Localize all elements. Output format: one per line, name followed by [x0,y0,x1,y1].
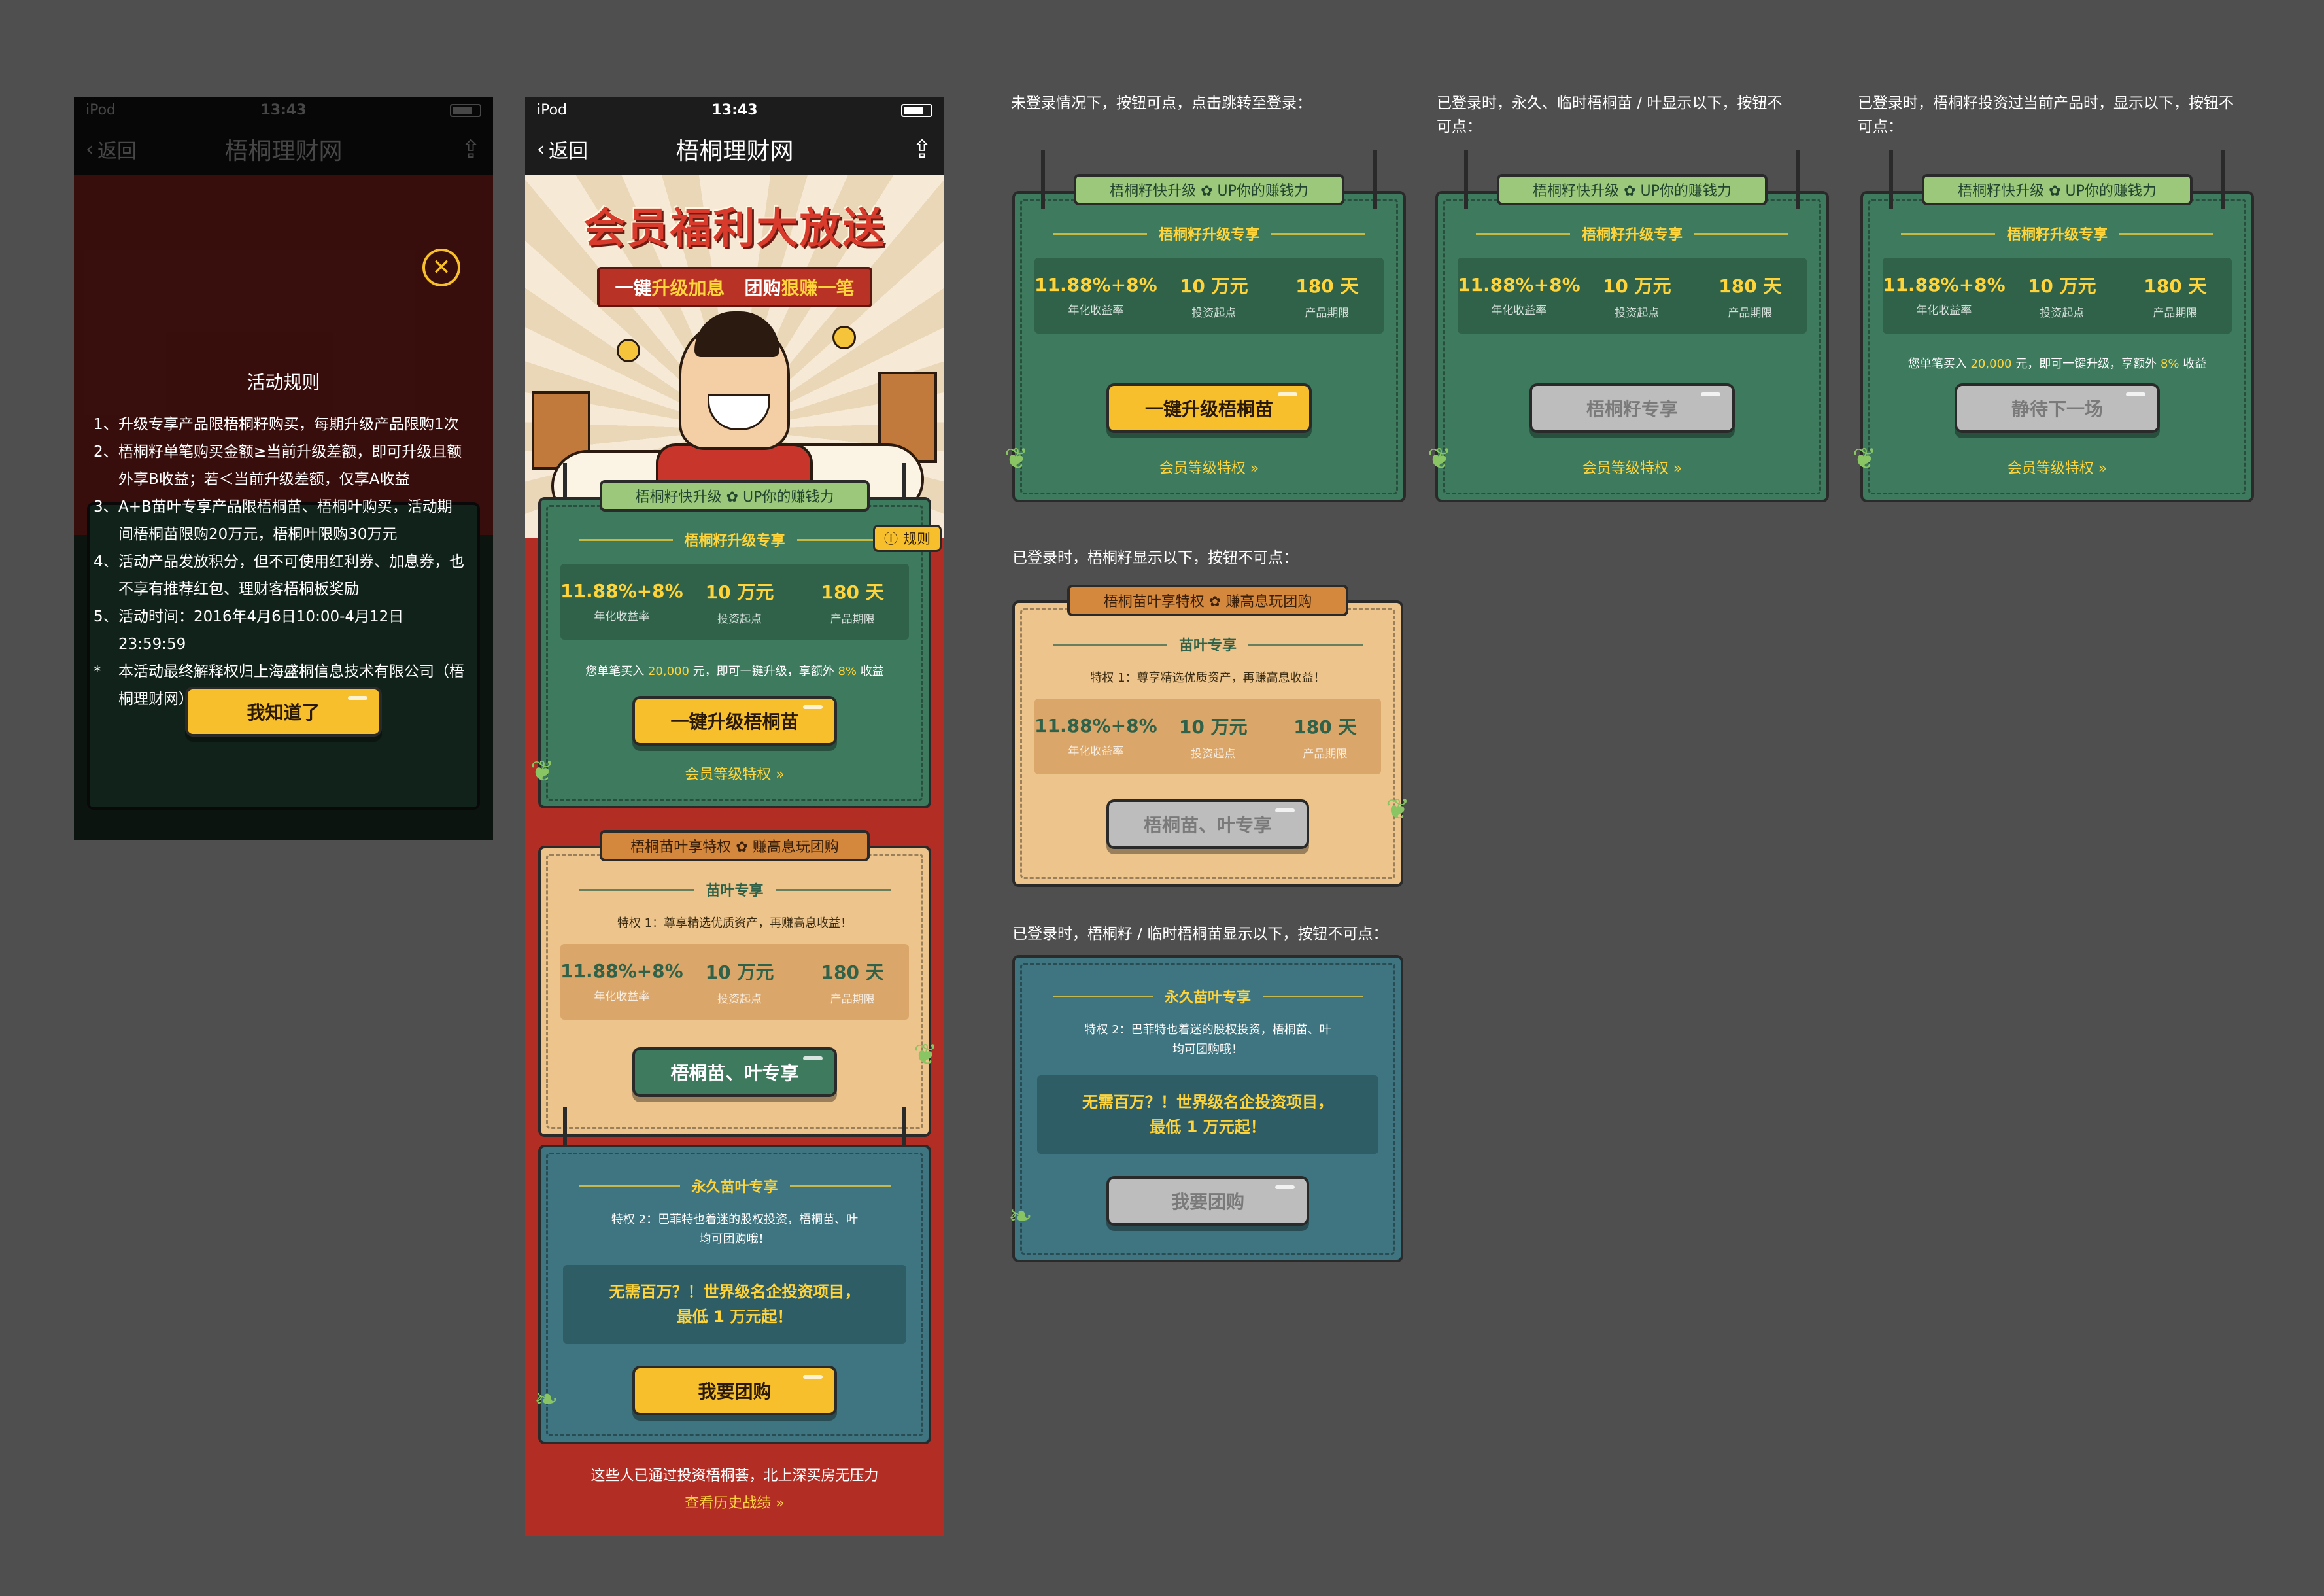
close-icon[interactable]: ✕ [422,249,460,286]
phone-main-page: iPod 13:43 ‹ 返回 梧桐理财网 ⇪ 会员福利大放送 一键升级加息 团… [525,97,944,1536]
got-it-button[interactable]: 我知道了 [185,687,382,737]
variant-privileges-link[interactable]: 会员等级特权 » [1015,457,1403,477]
carrier-label: iPod [537,101,568,118]
share-icon[interactable]: ⇪ [841,135,932,164]
variant-upgrade-card-disabled: 梧桐籽快升级 ✿ UP你的赚钱力 梧桐籽升级专享 11.88%+8% 年化收益率 … [1427,150,1829,502]
stat-term: 180 天产品期限 [821,581,884,626]
rules-list: 1、 升级专享产品限梧桐籽购买，每期升级产品限购1次 2、 梧桐籽单笔购买金额≥当前… [94,411,467,713]
sprout-icon: ❦ [1004,442,1029,476]
caption-seed-temp-miao: 已登录时，梧桐籽 / 临时梧桐苗显示以下，按钮不可点： [1012,926,1388,943]
group-purchase-card: 永久苗叶专享 特权 2：巴菲特也着迷的股权投资，梧桐苗、叶 均可团购哦！ 无需百… [534,1145,931,1444]
group-section-title: 永久苗叶专享 [567,1176,902,1196]
sprout-icon: ❦ [1853,442,1877,476]
leaf-icon: ❧ [1008,1200,1033,1233]
variant-privileges-link[interactable]: 会员等级特权 » [1438,457,1826,477]
coin-icon [832,326,856,349]
stat-min-invest: 10 万元 投资起点 [705,961,774,1006]
hero-headline: 会员福利大放送 [583,204,886,253]
leaf-card-tag: 梧桐苗叶享特权 ✿ 赚高息玩团购 [600,830,870,861]
variant-stats: 11.88%+8% 年化收益率 10 万元 投资起点 180 天产品期限 [1883,258,2232,334]
variant-section-title: 梧桐籽升级专享 [1041,224,1377,243]
caption-logged-in-miao-ye: 已登录时，永久、临时梧桐苗 / 叶显示以下，按钮不可点： [1437,95,1783,135]
variant-seed-exclusive-button: 梧桐籽专享 [1529,383,1735,433]
battery-icon [800,102,933,118]
ribbon-text-upgrade: 一键升级加息 [615,277,725,299]
group-buy-button[interactable]: 我要团购 [632,1366,837,1415]
leaf-icon: ❧ [534,1383,558,1416]
leaf-section-title: 苗叶专享 [567,880,902,899]
stat-yield: 11.88%+8% 年化收益率 [560,580,683,623]
variant-stats: 11.88%+8% 年化收益率 10 万元 投资起点 180 天产品期限 [1458,258,1807,334]
coin-icon [617,339,640,362]
leaf-privilege-card: 梧桐苗叶享特权 ✿ 赚高息玩团购 苗叶专享 特权 1：尊享精选优质资产，再赚高息… [538,830,938,1137]
member-privileges-link[interactable]: 会员等级特权 » [541,763,929,784]
upgrade-button[interactable]: 一键升级梧桐苗 [632,696,837,746]
variant-leaf-tag: 梧桐苗叶享特权 ✿ 赚高息玩团购 [1067,585,1348,616]
modal-title: 活动规则 [247,372,320,393]
variant-note: 您单笔买入 20,000 元，即可一键升级，享额外 8% 收益 [1907,357,2207,371]
upgrade-stats: 11.88%+8% 年化收益率 10 万元 投资起点 180 天产品期限 [560,564,909,640]
sprout-icon: ❦ [530,755,555,788]
nav-bar: ‹ 返回 梧桐理财网 ⇪ [525,123,944,175]
status-time: 13:43 [711,101,758,118]
rule-item: 2、 梧桐籽单笔购买金额≥当前升级差额，即可升级且额外享B收益；若＜当前升级差额，… [94,443,462,488]
upgrade-card-tag: 梧桐籽快升级 ✿ UP你的赚钱力 [600,480,870,512]
leaf-stats: 11.88%+8% 年化收益率 10 万元 投资起点 180 天产品期限 [560,944,909,1020]
status-bar: iPod 13:43 [525,97,944,123]
variant-privileges-link[interactable]: 会员等级特权 » [1863,457,2251,477]
rules-badge[interactable]: ⓘ 规则 [873,525,942,552]
history-link[interactable]: 查看历史战绩 » [525,1491,944,1512]
back-label: 返回 [549,140,588,163]
hero-ribbon: 一键升级加息 团购狠赚一笔 [597,267,872,307]
rule-item: 4、 活动产品发放积分，但不可使用红利券、加息券，也不享有推荐红包、理财客梧桐板奖… [94,553,464,598]
page-title: 梧桐理财网 [675,138,794,165]
variant-group-card: 永久苗叶专享 特权 2：巴菲特也着迷的股权投资，梧桐苗、叶 均可团购哦！ 无需百… [1008,955,1403,1262]
back-button[interactable]: ‹ 返回 [537,135,628,164]
stat-yield: 11.88%+8% 年化收益率 [560,960,683,1003]
variant-stats: 11.88%+8% 年化收益率 10 万元 投资起点 180 天产品期限 [1034,258,1384,334]
variant-section-title: 梧桐籽升级专享 [1889,224,2225,243]
variant-group-button-disabled: 我要团购 [1106,1176,1309,1226]
variant-leaf-section-title: 苗叶专享 [1041,634,1375,654]
rule-item: 3、 A+B苗叶专享产品限梧桐苗、梧桐叶购买，活动期间梧桐苗限购20万元，梧桐叶限… [94,498,453,543]
variant-upgrade-card-active: 梧桐籽快升级 ✿ UP你的赚钱力 梧桐籽升级专享 11.88%+8% 年化收益率 … [1004,150,1406,502]
phone-rules-modal: iPod 13:43 ‹ 返回 梧桐理财网 ⇪ 活动规则 ✕ 1、升级专享产品限… [74,97,493,840]
variant-group-blurb: 无需百万？！世界级名企投资项目， 最低 1 万元起！ [1037,1075,1378,1154]
upgrade-card: 梧桐籽快升级 ✿ UP你的赚钱力 梧桐籽升级专享 ⓘ 规则 11.88%+8% 年化… [530,480,942,808]
group-blurb: 无需百万？！世界级名企投资项目， 最低 1 万元起！ [563,1265,906,1344]
upgrade-note: 您单笔买入 20,000 元，即可一键升级，享额外 8% 收益 [585,665,884,678]
variant-section-title: 梧桐籽升级专享 [1464,224,1800,243]
caption-not-logged-in: 未登录情况下，按钮可点，点击跳转至登录： [1011,95,1312,112]
sprout-icon: ❦ [1427,442,1452,476]
variant-leaf-card: 梧桐苗叶享特权 ✿ 赚高息玩团购 苗叶专享 特权 1：尊享精选优质资产，再赚高息… [1012,585,1410,887]
stat-min-invest: 10 万元 投资起点 [705,581,774,626]
info-icon: ⓘ [884,531,898,547]
upgrade-section-title: 梧桐籽升级专享 [567,530,902,549]
variant-wait-next-button: 静待下一场 [1955,383,2160,433]
rule-item: 1、 升级专享产品限梧桐籽购买，每期升级产品限购1次 [94,416,459,433]
ribbon-text-group: 团购狠赚一笔 [744,277,855,299]
variant-tag: 梧桐籽快升级 ✿ UP你的赚钱力 [1497,174,1768,205]
variant-tag: 梧桐籽快升级 ✿ UP你的赚钱力 [1074,174,1344,205]
stat-term: 180 天产品期限 [821,961,884,1006]
caption-seed-logged-in: 已登录时，梧桐籽显示以下，按钮不可点： [1012,549,1298,566]
variant-tag: 梧桐籽快升级 ✿ UP你的赚钱力 [1922,174,2193,205]
mascot-illustration [679,311,790,450]
sprout-icon: ❦ [914,1038,938,1071]
variant-group-section-title: 永久苗叶专享 [1041,986,1375,1006]
variant-upgrade-button[interactable]: 一键升级梧桐苗 [1106,383,1312,433]
sprout-icon: ❦ [1386,793,1410,826]
variant-leaf-button-disabled: 梧桐苗、叶专享 [1106,799,1309,849]
variant-group-privilege: 特权 2：巴菲特也着迷的股权投资，梧桐苗、叶 均可团购哦！ [1084,1023,1331,1056]
leaf-privilege-text: 特权 1：尊享精选优质资产，再赚高息收益！ [617,916,853,930]
chevron-left-icon: ‹ [537,137,545,161]
caption-already-invested: 已登录时，梧桐籽投资过当前产品时，显示以下，按钮不可点： [1858,95,2234,135]
leaf-exclusive-button[interactable]: 梧桐苗、叶专享 [632,1047,837,1097]
variant-leaf-privilege: 特权 1：尊享精选优质资产，再赚高息收益！ [1090,671,1325,685]
variant-leaf-stats: 11.88%+8% 年化收益率 10 万元 投资起点 180 天产品期限 [1034,699,1381,774]
rule-item: 5、 活动时间：2016年4月6日10:00-4月12日23:59:59 [94,608,404,653]
variant-upgrade-card-waiting: 梧桐籽快升级 ✿ UP你的赚钱力 梧桐籽升级专享 11.88%+8% 年化收益率 … [1853,150,2254,502]
footer-text: 这些人已通过投资梧桐荟，北上深买房无压力 [590,1468,879,1484]
group-privilege-text: 特权 2：巴菲特也着迷的股权投资，梧桐苗、叶 均可团购哦！ [611,1213,859,1246]
